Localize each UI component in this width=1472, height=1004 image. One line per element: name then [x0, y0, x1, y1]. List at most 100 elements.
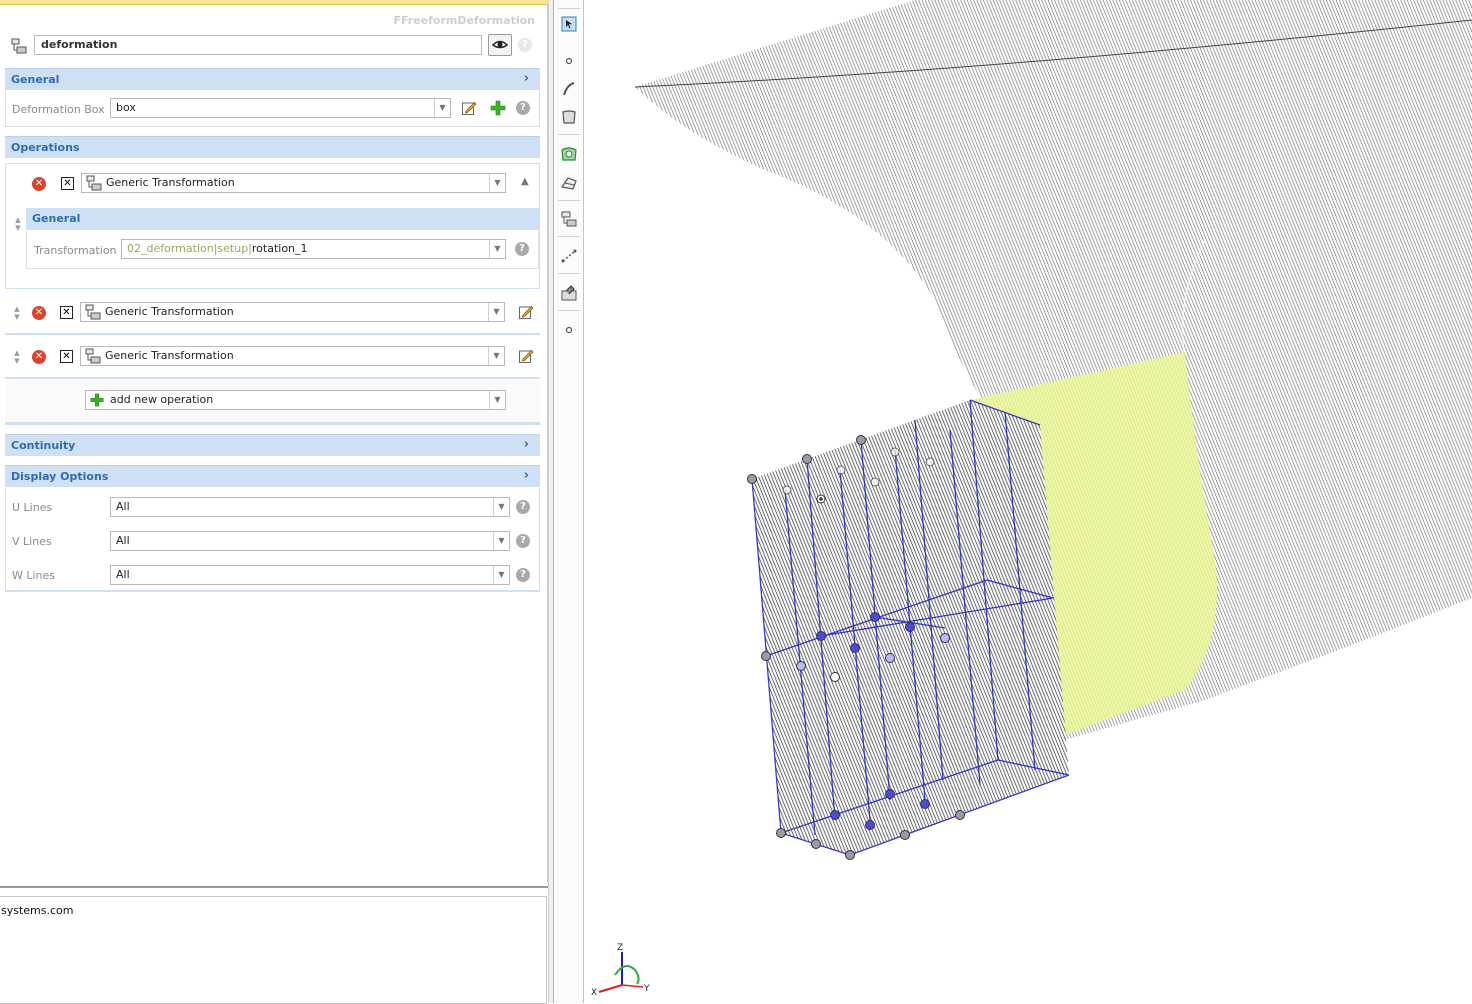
disable-operation-icon[interactable]: ✕ — [60, 306, 73, 319]
operation-1-combo[interactable]: Generic Transformation ▼ — [81, 173, 506, 193]
3d-viewport[interactable]: Z X Y — [585, 0, 1472, 1003]
chevron-down-icon: ▼ — [489, 240, 505, 258]
help-icon[interactable]: ? — [516, 101, 530, 115]
transformation-combo[interactable]: 02_deformation|setup|rotation_1 ▼ — [121, 239, 506, 259]
edit-icon[interactable] — [518, 304, 534, 320]
sub-section-general-title: General — [32, 212, 81, 225]
intersect-tool-icon[interactable] — [559, 144, 579, 164]
curve-tool-icon[interactable] — [559, 79, 579, 99]
eye-icon — [491, 40, 509, 49]
surface-tool-icon[interactable] — [559, 107, 579, 127]
measure-tool-icon[interactable] — [559, 246, 579, 266]
toolbar-separator — [558, 200, 580, 201]
tree-node-icon — [11, 38, 27, 54]
tree-node-icon — [85, 348, 101, 364]
add-new-operation-combo[interactable]: add new operation ▼ — [85, 390, 506, 410]
operation-2-label: Generic Transformation — [105, 305, 234, 318]
chevron-down-icon: ▼ — [493, 532, 509, 550]
operation-1: ✕ ✕ Generic Transformation ▼ ▲ ▲ ▼ Genera… — [5, 163, 540, 289]
operation-3-label: Generic Transformation — [105, 349, 234, 362]
u-lines-combo[interactable]: All ▼ — [110, 497, 510, 517]
panel-splitter[interactable] — [548, 0, 554, 1003]
v-lines-value: All — [116, 534, 130, 547]
chevron-down-icon: ▼ — [489, 391, 505, 409]
z-axis-label: Z — [617, 943, 623, 953]
hand-tool-icon[interactable] — [559, 283, 579, 303]
chevron-down-icon: ▼ — [493, 566, 509, 584]
chevron-down-icon: ▼ — [488, 347, 504, 365]
transformation-path-prefix: 02_deformation|setup| — [127, 242, 252, 255]
name-row: deformation ? — [10, 34, 540, 57]
help-icon[interactable]: ? — [516, 534, 530, 548]
class-type-label: FFreeformDeformation — [393, 14, 535, 27]
remove-operation-icon[interactable]: ✕ — [32, 177, 46, 191]
help-icon[interactable]: ? — [515, 242, 529, 256]
section-operations[interactable]: Operations — [5, 136, 540, 158]
remove-operation-icon[interactable]: ✕ — [32, 350, 46, 364]
section-continuity[interactable]: Continuity › — [5, 434, 540, 456]
mesh-tool-icon[interactable] — [559, 173, 579, 193]
w-lines-combo[interactable]: All ▼ — [110, 565, 510, 585]
reorder-arrows-icon[interactable]: ▲ ▼ — [12, 305, 22, 321]
collapse-up-icon[interactable]: ▲ — [521, 176, 529, 187]
visibility-toggle-button[interactable] — [488, 34, 512, 56]
point-small-icon[interactable] — [559, 320, 579, 340]
property-panel: FFreeformDeformation deformation ? Gener… — [0, 5, 548, 883]
tree-node-icon — [86, 175, 102, 191]
remove-operation-icon[interactable]: ✕ — [32, 306, 46, 320]
chevron-right-icon: › — [523, 437, 529, 452]
toolbar-separator — [558, 8, 580, 9]
select-tool-icon[interactable] — [559, 14, 579, 34]
3d-scene[interactable]: Z X Y — [585, 0, 1472, 1003]
tree-node-tool-icon[interactable] — [559, 209, 579, 229]
help-icon[interactable]: ? — [516, 500, 530, 514]
chevron-down-icon: ▼ — [489, 174, 505, 192]
object-name-input[interactable]: deformation — [34, 35, 482, 55]
operation-1-general-section[interactable]: General — [26, 208, 539, 230]
toolbar-separator — [558, 273, 580, 274]
u-lines-label: U Lines — [12, 501, 53, 514]
w-lines-value: All — [116, 568, 130, 581]
deformation-box-label: Deformation Box — [12, 103, 105, 116]
disable-operation-icon[interactable]: ✕ — [60, 350, 73, 363]
rotation-arc — [614, 965, 640, 985]
deformation-box-value: box — [116, 101, 136, 114]
edit-icon[interactable] — [461, 100, 477, 116]
operation-2-combo[interactable]: Generic Transformation ▼ — [80, 302, 505, 322]
toolbar-separator — [558, 236, 580, 237]
display-options-content: U Lines All ▼ ? V Lines All ▼ ? W Lines … — [5, 488, 540, 592]
operation-1-label: Generic Transformation — [106, 176, 235, 189]
help-icon-faint[interactable]: ? — [518, 38, 532, 52]
w-lines-label: W Lines — [12, 569, 56, 582]
y-axis-line — [621, 984, 644, 988]
add-new-operation-label: add new operation — [110, 393, 214, 406]
reorder-arrows-icon[interactable]: ▲ ▼ — [13, 216, 23, 232]
chevron-down-icon: ▼ — [434, 99, 450, 117]
add-icon[interactable] — [490, 100, 506, 116]
section-general[interactable]: General › — [5, 68, 540, 90]
toolbar-separator — [558, 310, 580, 311]
section-display-options-title: Display Options — [11, 470, 109, 483]
chevron-right-icon: › — [523, 71, 529, 86]
operation-3-combo[interactable]: Generic Transformation ▼ — [80, 346, 505, 366]
tree-node-icon — [85, 304, 101, 320]
deformation-box-combo[interactable]: box ▼ — [110, 98, 451, 118]
add-operation-row: add new operation ▼ — [5, 381, 540, 425]
x-axis-label: X — [591, 988, 597, 998]
v-lines-combo[interactable]: All ▼ — [110, 531, 510, 551]
section-display-options[interactable]: Display Options › — [5, 465, 540, 487]
disable-operation-icon[interactable]: ✕ — [61, 177, 74, 190]
console-panel: systems.com — [0, 886, 548, 1004]
section-continuity-title: Continuity — [11, 439, 76, 452]
help-icon[interactable]: ? — [516, 568, 530, 582]
x-axis-line — [598, 984, 623, 993]
point-tool-icon[interactable] — [559, 51, 579, 71]
add-icon — [90, 393, 104, 407]
transformation-label: Transformation — [34, 244, 117, 257]
chevron-down-icon: ▼ — [493, 498, 509, 516]
edit-icon[interactable] — [518, 348, 534, 364]
reorder-arrows-icon[interactable]: ▲ ▼ — [12, 349, 22, 365]
operation-1-general-content: Transformation 02_deformation|setup|rota… — [26, 231, 539, 269]
toolbar-separator — [558, 134, 580, 135]
v-lines-label: V Lines — [12, 535, 52, 548]
